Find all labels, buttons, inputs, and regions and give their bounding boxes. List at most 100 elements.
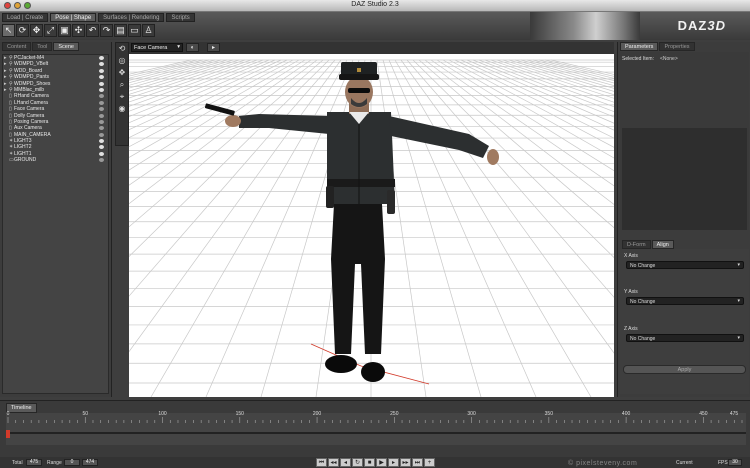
range-label: Range — [47, 460, 62, 466]
visibility-eye-icon[interactable] — [99, 56, 104, 60]
viewport-menu-button[interactable]: ▸ — [207, 43, 220, 52]
add-key-button[interactable]: + — [424, 458, 435, 467]
x-axis-value: No Change — [630, 263, 656, 269]
tab-left-1[interactable]: Tool — [32, 42, 53, 51]
visibility-eye-icon[interactable] — [99, 151, 104, 156]
range-start-field[interactable]: 0 — [64, 459, 80, 466]
go-start-button[interactable]: ⏮ — [316, 458, 327, 467]
figure-tool-button[interactable]: ♙ — [142, 24, 155, 37]
visibility-eye-icon[interactable] — [99, 145, 104, 150]
draw-style-button[interactable]: ◐ — [186, 43, 199, 52]
mode-tab-3[interactable]: Scripts — [166, 13, 195, 22]
playhead[interactable] — [6, 430, 10, 438]
z-axis-value: No Change — [630, 336, 656, 342]
scene-item[interactable]: ▭ GROUND — [3, 157, 108, 163]
grid-line — [129, 59, 204, 79]
translate-tool-button[interactable]: ✥ — [30, 24, 43, 37]
visibility-eye-icon[interactable] — [99, 139, 104, 144]
frame-button[interactable]: ⌖ — [116, 91, 128, 103]
loop-button[interactable]: ↻ — [352, 458, 363, 467]
universal-tool-icon: ✣ — [74, 25, 83, 35]
redo-tool-button[interactable]: ↷ — [100, 24, 113, 37]
z-axis-select[interactable]: No Change ▾ — [626, 334, 744, 342]
rotate-view-button[interactable]: ⟲ — [116, 43, 128, 55]
visibility-eye-icon[interactable] — [99, 158, 104, 163]
visibility-eye-icon[interactable] — [99, 75, 104, 80]
fps-field[interactable]: 30 — [728, 459, 742, 466]
grid-line — [376, 59, 427, 397]
play-button[interactable]: ▶ — [376, 458, 387, 467]
step-back-button[interactable]: ◂ — [340, 458, 351, 467]
visibility-eye-icon[interactable] — [99, 126, 104, 131]
tab-left-2[interactable]: Scene — [53, 42, 79, 51]
grid-line — [466, 59, 614, 124]
tab-timeline[interactable]: Timeline — [6, 403, 37, 413]
figure-icon: ♙ — [144, 25, 153, 35]
visibility-eye-icon[interactable] — [99, 100, 104, 105]
go-start-icon: ⏮ — [318, 460, 325, 466]
range-end-field[interactable]: 474 — [82, 459, 98, 466]
step-forward-button[interactable]: ▸ — [388, 458, 399, 467]
mode-tab-2[interactable]: Surfaces | Rendering — [98, 13, 165, 22]
timeline-ruler[interactable]: 0 50 100 150 200 250 300 350 400 450 475 — [6, 411, 746, 445]
timeline-tick-label: 475 — [729, 411, 739, 417]
timeline-tick-label: 0 — [6, 411, 10, 417]
zoom-button[interactable]: ⌕ — [116, 79, 128, 91]
visibility-eye-icon[interactable] — [99, 62, 104, 67]
camera-select[interactable]: Face Camera ▾ — [131, 43, 183, 52]
total-field[interactable]: 475 — [26, 459, 42, 466]
pointer-tool-button[interactable]: ↖ — [2, 24, 15, 37]
y-axis-select[interactable]: No Change ▾ — [626, 297, 744, 305]
visibility-eye-icon[interactable] — [99, 94, 104, 99]
scale-tool-button[interactable]: ⤢ — [44, 24, 57, 37]
grid-line — [550, 59, 614, 75]
total-label: Total — [12, 460, 23, 466]
tab-adjust-1[interactable]: Align — [651, 240, 674, 249]
grid-line — [388, 59, 537, 397]
timeline-tick-label: 100 — [158, 411, 167, 417]
rotate-tool-button[interactable]: ⟳ — [16, 24, 29, 37]
pan-button[interactable]: ✥ — [116, 67, 128, 79]
undo-tool-button[interactable]: ↶ — [86, 24, 99, 37]
mode-tab-0[interactable]: Load | Create — [2, 13, 49, 22]
tab-right-1[interactable]: Properties — [659, 42, 695, 51]
viewport-scene — [129, 59, 614, 397]
stop-button[interactable]: ■ — [364, 458, 375, 467]
apply-button[interactable]: Apply — [623, 365, 746, 374]
grid-line — [544, 59, 614, 77]
go-end-button[interactable]: ⏭ — [412, 458, 423, 467]
visibility-eye-icon[interactable] — [99, 113, 104, 118]
tab-right-0[interactable]: Parameters — [620, 42, 659, 51]
chevron-down-icon: ▾ — [737, 298, 740, 304]
scene-tree[interactable]: ▸ ⚲ PCJacket-M4 ▸ ⚲ WDMPD_VBelt ▸ ⚲ WDD_Board ▸ ⚲ W… — [2, 54, 109, 394]
tab-adjust-0[interactable]: D-Form — [622, 240, 651, 249]
universal-tool-tool-button[interactable]: ✣ — [72, 24, 85, 37]
visibility-eye-icon[interactable] — [99, 68, 104, 73]
orbit-button[interactable]: ◎ — [116, 55, 128, 67]
grid-line — [129, 59, 276, 124]
camera-tool-button[interactable]: ▭ — [128, 24, 141, 37]
step-back-key-button[interactable]: ◂◂ — [328, 458, 339, 467]
main-toolbar: ↖ ⟳ ✥ ⤢ ▣ ✣ ↶ ↷ ▤ ▭ ♙ — [2, 24, 155, 37]
aim-button[interactable]: ◉ — [116, 103, 128, 115]
grid-line — [129, 59, 270, 118]
visibility-eye-icon[interactable] — [99, 132, 104, 137]
align-pane: X Axis No Change ▾ Y Axis No Change ▾ Z Ax… — [620, 249, 749, 394]
ground-icon: ▭ — [9, 157, 14, 164]
visibility-eye-icon[interactable] — [99, 107, 104, 112]
mode-tab-1[interactable]: Pose | Shape — [50, 13, 97, 22]
tab-left-0[interactable]: Content — [2, 42, 32, 51]
visibility-eye-icon[interactable] — [99, 87, 104, 92]
menu-arrow-icon: ▸ — [211, 45, 215, 51]
visibility-eye-icon[interactable] — [99, 119, 104, 124]
viewport-header: Face Camera ▾ ◐ ▸ — [129, 42, 614, 54]
render-tool-button[interactable]: ▤ — [114, 24, 127, 37]
watermark: © pixelsteveny.com — [568, 460, 638, 467]
x-axis-select[interactable]: No Change ▾ — [626, 261, 744, 269]
node-scale-tool-button[interactable]: ▣ — [58, 24, 71, 37]
grid-line — [382, 59, 482, 397]
visibility-eye-icon[interactable] — [99, 81, 104, 86]
selected-item-row: Selected Item: <None> — [622, 56, 678, 62]
step-forward-key-button[interactable]: ▸▸ — [400, 458, 411, 467]
3d-viewport[interactable] — [129, 54, 614, 397]
